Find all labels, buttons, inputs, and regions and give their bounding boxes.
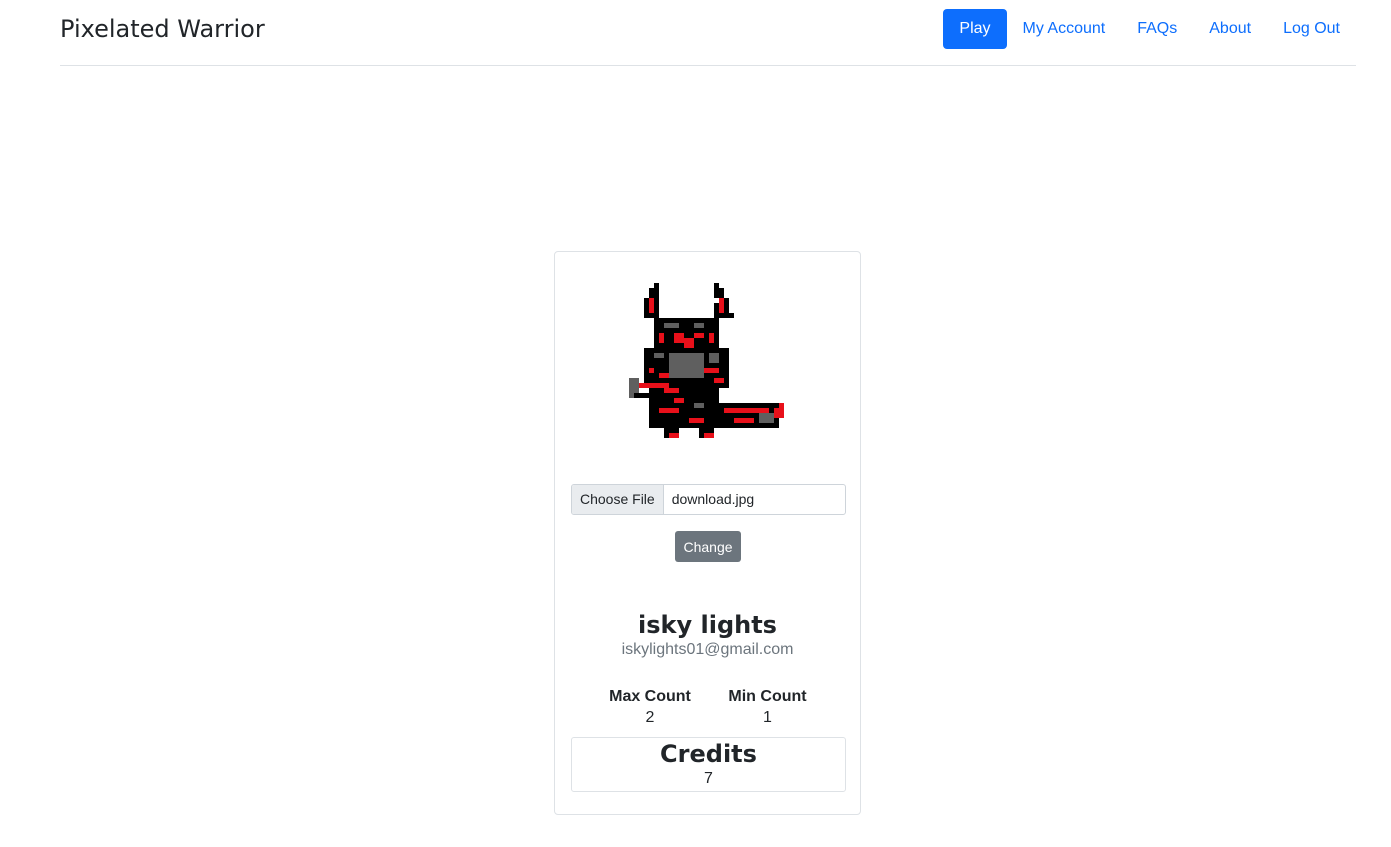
nav-my-account-link[interactable]: My Account	[1007, 9, 1122, 49]
max-count-label: Max Count	[609, 688, 691, 705]
nav-logout-link[interactable]: Log Out	[1267, 9, 1356, 49]
navbar: Pixelated Warrior Play My Account FAQs A…	[60, 0, 1356, 66]
pixel-warrior-avatar-icon	[629, 283, 784, 438]
file-input[interactable]: Choose File download.jpg	[571, 484, 846, 515]
min-count-stat: Min Count 1	[725, 687, 810, 729]
max-count-value: 2	[645, 709, 655, 726]
credits-value: 7	[704, 770, 713, 787]
change-button[interactable]: Change	[675, 531, 741, 562]
nav-about-link[interactable]: About	[1193, 9, 1267, 49]
profile-card: Choose File download.jpg Change isky lig…	[554, 251, 861, 815]
nav-faqs-link[interactable]: FAQs	[1121, 9, 1193, 49]
nav-links: Play My Account FAQs About Log Out	[943, 9, 1356, 49]
credits-box: Credits 7	[571, 737, 846, 792]
max-count-stat: Max Count 2	[605, 687, 695, 729]
nav-play-button[interactable]: Play	[943, 9, 1007, 49]
file-name-label: download.jpg	[671, 491, 755, 507]
choose-file-button[interactable]: Choose File	[572, 485, 664, 514]
user-email: iskylights01@gmail.com	[621, 641, 794, 658]
min-count-label: Min Count	[728, 688, 807, 705]
min-count-value: 1	[763, 709, 772, 726]
user-name: isky lights	[638, 611, 777, 639]
brand-title[interactable]: Pixelated Warrior	[60, 15, 265, 43]
credits-label: Credits	[660, 740, 757, 768]
